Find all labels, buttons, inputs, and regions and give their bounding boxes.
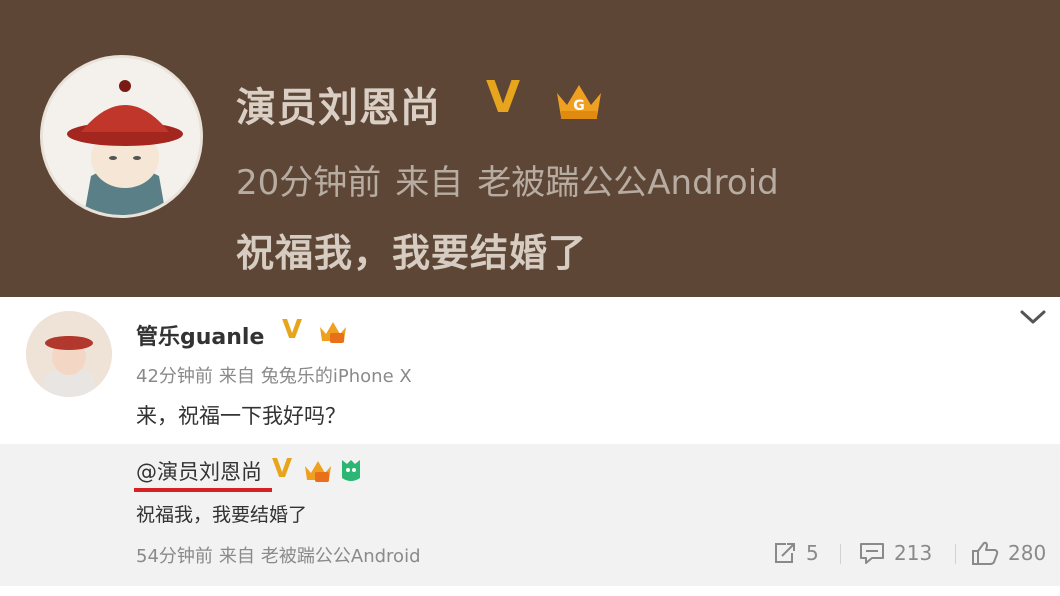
repost-meta: 54分钟前 来自 老被踹公公Android (136, 542, 421, 568)
mention-link[interactable]: @演员刘恩尚 (136, 456, 262, 486)
post-source: 兔兔乐的iPhone X (260, 366, 412, 387)
post-time: 20分钟前 (236, 163, 382, 203)
verified-badge: V (486, 72, 521, 123)
share-count: 5 (806, 541, 819, 565)
source-prefix: 来自 (218, 546, 255, 567)
source-prefix: 来自 (218, 366, 255, 387)
crown-icon (320, 322, 346, 343)
banner-meta: 20分钟前 来自 老被踹公公Android (236, 155, 779, 204)
reposted-content[interactable]: @演员刘恩尚 V 祝福我，我要结婚了 54分钟前 来自 老被踹公公Android 5 (0, 444, 1060, 586)
chevron-down-icon[interactable] (1016, 305, 1050, 329)
weibo-post-card: 管乐guanle V 42分钟前 来自 兔兔乐的iPhone X 来，祝福一下我好吗… (0, 297, 1060, 596)
like-button[interactable]: 280 (970, 538, 1046, 568)
action-divider (840, 544, 841, 564)
avatar[interactable] (40, 55, 203, 218)
like-icon (972, 541, 999, 565)
verified-badge: V (282, 315, 303, 345)
post-meta: 42分钟前 来自 兔兔乐的iPhone X (136, 362, 412, 388)
member-badge-icon (342, 460, 360, 481)
post-text: 来，祝福一下我好吗？ (136, 404, 346, 428)
crown-icon (305, 461, 331, 482)
like-count: 280 (1008, 541, 1047, 565)
share-button[interactable]: 5 (772, 538, 819, 568)
card-bottom (0, 586, 1060, 596)
share-icon (775, 543, 795, 563)
banner-post-text: 祝福我，我要结婚了 (236, 231, 588, 275)
comment-button[interactable]: 213 (858, 538, 932, 568)
source-prefix: 来自 (395, 163, 464, 203)
post-time: 54分钟前 (136, 546, 213, 567)
post-source: 老被踹公公Android (260, 546, 421, 567)
comment-icon (860, 543, 884, 564)
avatar[interactable] (26, 311, 112, 397)
user-name[interactable]: 管乐guanle (136, 319, 264, 351)
comment-count: 213 (894, 541, 933, 565)
original-post-banner: 演员刘恩尚 V G 20分钟前 来自 老被踹公公Android 祝福我，我要结婚了 (0, 0, 1060, 297)
post-source: 老被踹公公Android (477, 163, 779, 203)
mention-underline (134, 488, 272, 492)
repost-text: 祝福我，我要结婚了 (136, 504, 308, 526)
verified-badge: V (272, 454, 293, 484)
banner-user-name[interactable]: 演员刘恩尚 (236, 75, 441, 133)
crown-icon: G (557, 85, 601, 119)
post-time: 42分钟前 (136, 366, 213, 387)
svg-text:G: G (573, 98, 585, 114)
action-divider (955, 544, 956, 564)
